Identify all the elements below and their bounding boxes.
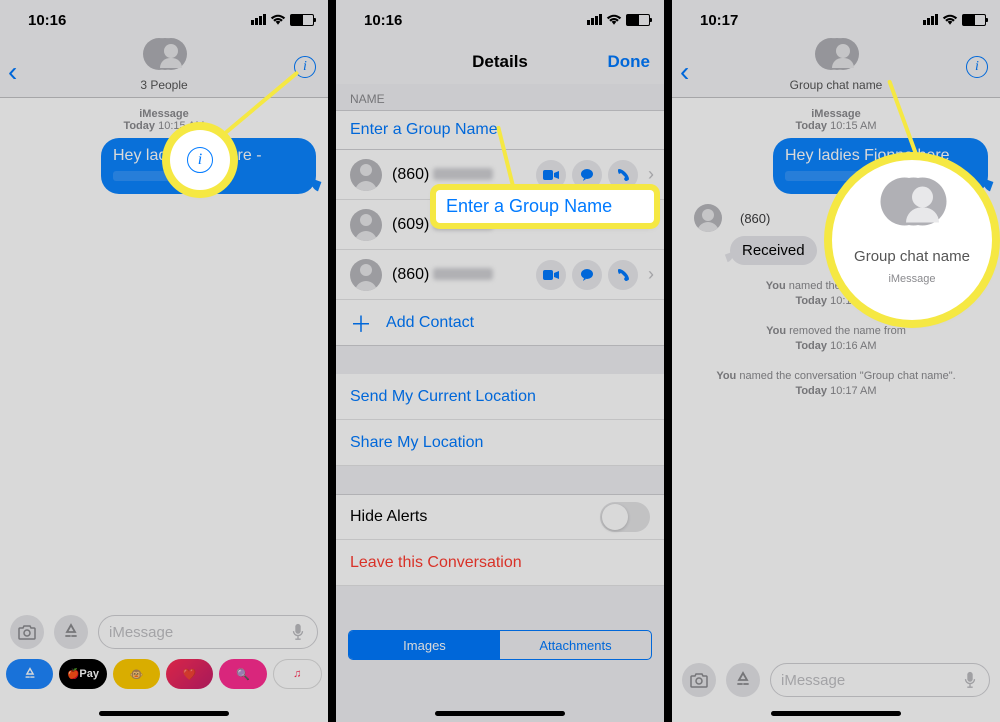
contact-avatar-icon bbox=[350, 159, 382, 191]
home-indicator[interactable] bbox=[99, 711, 229, 716]
contact-avatar-icon bbox=[350, 209, 382, 241]
wifi-icon bbox=[606, 14, 622, 26]
camera-button[interactable] bbox=[682, 663, 716, 697]
message-icon[interactable] bbox=[572, 160, 602, 190]
segment-attachments[interactable]: Attachments bbox=[500, 631, 651, 659]
attachments-segmented-control[interactable]: Images Attachments bbox=[348, 630, 652, 660]
system-message: You named the conversation "Group chat n… bbox=[684, 369, 988, 400]
clock: 10:16 bbox=[28, 12, 66, 29]
wifi-icon bbox=[942, 14, 958, 26]
section-label-name: NAME bbox=[336, 84, 664, 110]
chevron-right-icon: › bbox=[648, 164, 654, 185]
message-timestamp: iMessage Today 10:15 AM bbox=[12, 108, 316, 132]
group-avatar-icon[interactable] bbox=[143, 38, 185, 80]
group-avatar-icon[interactable] bbox=[815, 38, 857, 80]
images-pill[interactable]: 🔍 bbox=[219, 659, 266, 689]
message-timestamp: iMessage Today 10:15 AM bbox=[684, 108, 988, 132]
home-indicator[interactable] bbox=[435, 711, 565, 716]
apple-pay-pill[interactable]: 🍎Pay bbox=[59, 659, 106, 689]
status-bar: 10:16 bbox=[0, 0, 328, 40]
digital-touch-pill[interactable]: ❤️ bbox=[166, 659, 213, 689]
message-input[interactable]: iMessage bbox=[98, 615, 318, 649]
contact-number: (860) bbox=[392, 266, 536, 284]
contact-avatar-icon bbox=[694, 204, 722, 232]
conversation-header: ‹ Group chat name i bbox=[672, 40, 1000, 98]
info-button[interactable]: i bbox=[966, 56, 988, 78]
animoji-pill[interactable]: 🐵 bbox=[113, 659, 160, 689]
dictate-icon[interactable] bbox=[289, 623, 307, 641]
callout-info-button: i bbox=[170, 130, 230, 190]
music-pill[interactable]: ♫ bbox=[273, 659, 322, 689]
header-subtitle: 3 People bbox=[140, 78, 187, 92]
app-store-button[interactable] bbox=[54, 615, 88, 649]
details-nav-bar: Details Done bbox=[336, 40, 664, 84]
received-message-bubble[interactable]: Received bbox=[730, 236, 817, 265]
wifi-icon bbox=[270, 14, 286, 26]
plus-icon: ＋ bbox=[350, 307, 372, 339]
message-icon[interactable] bbox=[572, 260, 602, 290]
phone-icon[interactable] bbox=[608, 160, 638, 190]
cell-signal-icon bbox=[250, 12, 266, 29]
contact-number: (860) bbox=[392, 166, 536, 184]
app-store-pill[interactable] bbox=[6, 659, 53, 689]
battery-icon bbox=[962, 14, 986, 26]
system-message: You removed the name from Today 10:16 AM bbox=[684, 324, 988, 355]
chevron-right-icon: › bbox=[648, 264, 654, 285]
clock: 10:16 bbox=[364, 12, 402, 29]
cell-signal-icon bbox=[586, 12, 602, 29]
panel-renamed: 10:17 ‹ Group chat name i iMessage Today… bbox=[672, 0, 1000, 722]
status-bar: 10:16 bbox=[336, 0, 664, 40]
done-button[interactable]: Done bbox=[608, 52, 651, 72]
hide-alerts-row: Hide Alerts bbox=[336, 494, 664, 540]
hide-alerts-toggle[interactable] bbox=[600, 502, 650, 532]
add-contact-button[interactable]: ＋ Add Contact bbox=[336, 300, 664, 346]
contact-avatar-icon bbox=[350, 259, 382, 291]
status-bar: 10:17 bbox=[672, 0, 1000, 40]
header-subtitle: Group chat name bbox=[790, 78, 883, 92]
panel-details: 10:16 Details Done NAME Enter a Group Na… bbox=[336, 0, 664, 722]
clock: 10:17 bbox=[700, 12, 738, 29]
battery-icon bbox=[290, 14, 314, 26]
send-location-button[interactable]: Send My Current Location bbox=[336, 374, 664, 420]
camera-button[interactable] bbox=[10, 615, 44, 649]
compose-bar: iMessage bbox=[0, 610, 328, 654]
imessage-app-drawer[interactable]: 🍎Pay 🐵 ❤️ 🔍 ♫ bbox=[0, 654, 328, 694]
segment-images[interactable]: Images bbox=[349, 631, 500, 659]
home-indicator[interactable] bbox=[771, 711, 901, 716]
contact-number: (860) bbox=[740, 211, 770, 226]
nav-title: Details bbox=[472, 52, 528, 72]
conversation-body[interactable]: iMessage Today 10:15 AM Hey ladi Fiona h… bbox=[0, 98, 328, 194]
battery-icon bbox=[626, 14, 650, 26]
leave-conversation-button[interactable]: Leave this Conversation bbox=[336, 540, 664, 586]
share-location-button[interactable]: Share My Location bbox=[336, 420, 664, 466]
facetime-video-icon[interactable] bbox=[536, 260, 566, 290]
contact-row[interactable]: (860) › bbox=[336, 250, 664, 300]
dictate-icon[interactable] bbox=[961, 671, 979, 689]
back-button[interactable]: ‹ bbox=[8, 56, 17, 88]
facetime-video-icon[interactable] bbox=[536, 160, 566, 190]
back-button[interactable]: ‹ bbox=[680, 56, 689, 88]
app-store-button[interactable] bbox=[726, 663, 760, 697]
phone-icon[interactable] bbox=[608, 260, 638, 290]
callout-group-name-header: Group chat name iMessage bbox=[832, 160, 992, 320]
compose-bar: iMessage bbox=[672, 658, 1000, 702]
message-input[interactable]: iMessage bbox=[770, 663, 990, 697]
callout-group-name-input: Enter a Group Name bbox=[436, 190, 654, 223]
panel-messages: 10:16 ‹ 3 People i iMessage Today 10:15 … bbox=[0, 0, 328, 722]
cell-signal-icon bbox=[922, 12, 938, 29]
